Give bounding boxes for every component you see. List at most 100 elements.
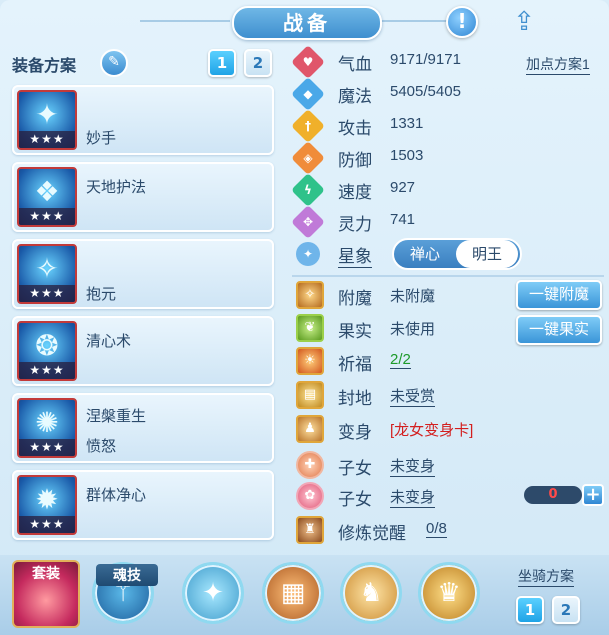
skill-name: 妙手 xyxy=(86,130,117,147)
func-row-child-1: ✚ 子女 未变身 xyxy=(296,451,526,479)
skill-card-1[interactable]: ✦ ★★★ 妙手 xyxy=(12,85,274,155)
cultivation-icon: ♜ xyxy=(296,516,324,544)
constellation-toggle[interactable]: 禅心 明王 xyxy=(392,238,522,270)
pet-orb-1[interactable]: ✦ xyxy=(182,562,244,624)
skill-card-3[interactable]: ✧ ★★★ 抱元 xyxy=(12,239,274,309)
stat-row-attack: † 攻击 1331 xyxy=(291,109,596,143)
heart-icon: ♥ xyxy=(291,45,325,79)
stat-value: 741 xyxy=(390,211,416,228)
mana-icon: ◆ xyxy=(291,77,325,111)
equipment-scheme-label: 装备方案 xyxy=(12,58,77,75)
constellation-label[interactable]: 星象 xyxy=(338,242,372,268)
func-value[interactable]: 2/2 xyxy=(390,351,411,369)
armor-icon: ♛ xyxy=(437,578,461,608)
stat-label: 防御 xyxy=(338,151,372,170)
stat-value: 1331 xyxy=(390,115,424,132)
warrior-icon: ♞ xyxy=(359,578,383,608)
skill-name: 清心术 xyxy=(86,333,132,350)
func-label: 祈福 xyxy=(338,355,372,374)
pencil-icon: ✎ xyxy=(108,54,120,70)
func-row-child-2: ✿ 子女 未变身 xyxy=(296,482,526,510)
share-button[interactable]: ⇪ xyxy=(504,6,544,38)
sword-icon: † xyxy=(291,109,325,143)
fruit-icon: ❦ xyxy=(296,314,324,342)
skill-name: 涅槃重生 xyxy=(86,408,147,425)
child-icon: ✚ xyxy=(296,451,324,479)
func-value: 未附魔 xyxy=(390,288,436,305)
stat-value: 5405/5405 xyxy=(390,83,461,100)
skill-card-5[interactable]: ✺ ★★★ 涅槃重生 愤怒 xyxy=(12,393,274,463)
stat-value: 927 xyxy=(390,179,416,196)
skill-card-2[interactable]: ❖ ★★★ 天地护法 xyxy=(12,162,274,232)
func-row-fief: ▤ 封地 未受赏 xyxy=(296,381,526,409)
skill-icon: ❂ ★★★ xyxy=(17,321,77,381)
mount-scheme-label[interactable]: 坐骑方案 xyxy=(518,566,574,587)
shield-icon: ◈ xyxy=(291,141,325,175)
mount-button-1[interactable]: 1 xyxy=(516,596,544,624)
one-click-enchant-button[interactable]: 一键附魔 xyxy=(516,280,602,310)
func-label: 子女 xyxy=(338,459,372,478)
toggle-option-mingwang[interactable]: 明王 xyxy=(456,240,518,268)
child-icon: ✿ xyxy=(296,482,324,510)
func-row-blessing: ☀ 祈福 2/2 xyxy=(296,347,526,375)
skill-icon: ✧ ★★★ xyxy=(17,244,77,304)
func-label: 变身 xyxy=(338,423,372,442)
func-label: 修炼觉醒 xyxy=(338,524,406,543)
edit-scheme-button[interactable]: ✎ xyxy=(100,49,128,77)
share-icon: ⇪ xyxy=(513,7,535,37)
func-value[interactable]: 未变身 xyxy=(390,486,436,508)
star-rating: ★★★ xyxy=(19,131,75,148)
func-label: 果实 xyxy=(338,322,372,341)
star-rating: ★★★ xyxy=(19,285,75,302)
transform-icon: ♟ xyxy=(296,415,324,443)
stat-row-spirit: ✥ 灵力 741 xyxy=(291,205,596,239)
skill-card-6[interactable]: ✹ ★★★ 群体净心 xyxy=(12,470,274,540)
speed-icon: ϟ xyxy=(291,173,325,207)
mount-button-2[interactable]: 2 xyxy=(552,596,580,624)
plus-button[interactable]: + xyxy=(582,484,604,506)
stat-label: 魔法 xyxy=(338,87,372,106)
scheme-button-1[interactable]: 1 xyxy=(208,49,236,77)
divider xyxy=(292,275,604,277)
pet-orb-3[interactable]: ♞ xyxy=(340,562,402,624)
transform-card-value[interactable]: [龙女变身卡] xyxy=(390,419,473,440)
star-rating: ★★★ xyxy=(19,516,75,533)
one-click-fruit-button[interactable]: 一键果实 xyxy=(516,315,602,345)
soul-skill-label: 魂技 xyxy=(96,564,158,586)
spirit-icon: ✥ xyxy=(291,205,325,239)
stat-label: 速度 xyxy=(338,183,372,202)
title-decoration-left xyxy=(140,20,230,22)
skill-card-4[interactable]: ❂ ★★★ 清心术 xyxy=(12,316,274,386)
page-title: 战备 xyxy=(232,6,382,40)
skill-icon: ✺ ★★★ xyxy=(17,398,77,458)
figure-icon: ✦ xyxy=(202,578,224,608)
stat-row-defense: ◈ 防御 1503 xyxy=(291,141,596,175)
star-rating: ★★★ xyxy=(19,208,75,225)
star-rating: ★★★ xyxy=(19,362,75,379)
func-value[interactable]: 未变身 xyxy=(390,455,436,477)
child-stepper-value[interactable]: 0 xyxy=(524,486,582,504)
func-value[interactable]: 未受赏 xyxy=(390,385,436,407)
pet-orb-4[interactable]: ♛ xyxy=(418,562,480,624)
stat-value: 9171/9171 xyxy=(390,51,461,68)
func-value: 未使用 xyxy=(390,321,436,338)
blessing-icon: ☀ xyxy=(296,347,324,375)
skill-name: 群体净心 xyxy=(86,487,147,504)
skill-name: 天地护法 xyxy=(86,179,147,196)
func-value[interactable]: 0/8 xyxy=(426,520,447,538)
func-label: 封地 xyxy=(338,389,372,408)
stat-row-mp: ◆ 魔法 5405/5405 xyxy=(291,77,596,111)
func-label: 子女 xyxy=(338,490,372,509)
toggle-option-chanxin[interactable]: 禅心 xyxy=(394,240,456,268)
scheme-button-2[interactable]: 2 xyxy=(244,49,272,77)
func-label: 附魔 xyxy=(338,289,372,308)
wall-icon: ▦ xyxy=(280,578,306,608)
stat-row-hp: ♥ 气血 9171/9171 xyxy=(291,45,596,79)
info-button[interactable]: ! xyxy=(446,6,478,38)
stat-label: 攻击 xyxy=(338,119,372,138)
skill-icon: ✦ ★★★ xyxy=(17,90,77,150)
func-row-transform: ♟ 变身 [龙女变身卡] xyxy=(296,415,526,443)
stat-row-speed: ϟ 速度 927 xyxy=(291,173,596,207)
constellation-icon: ✦ xyxy=(296,242,320,266)
pet-orb-2[interactable]: ▦ xyxy=(262,562,324,624)
